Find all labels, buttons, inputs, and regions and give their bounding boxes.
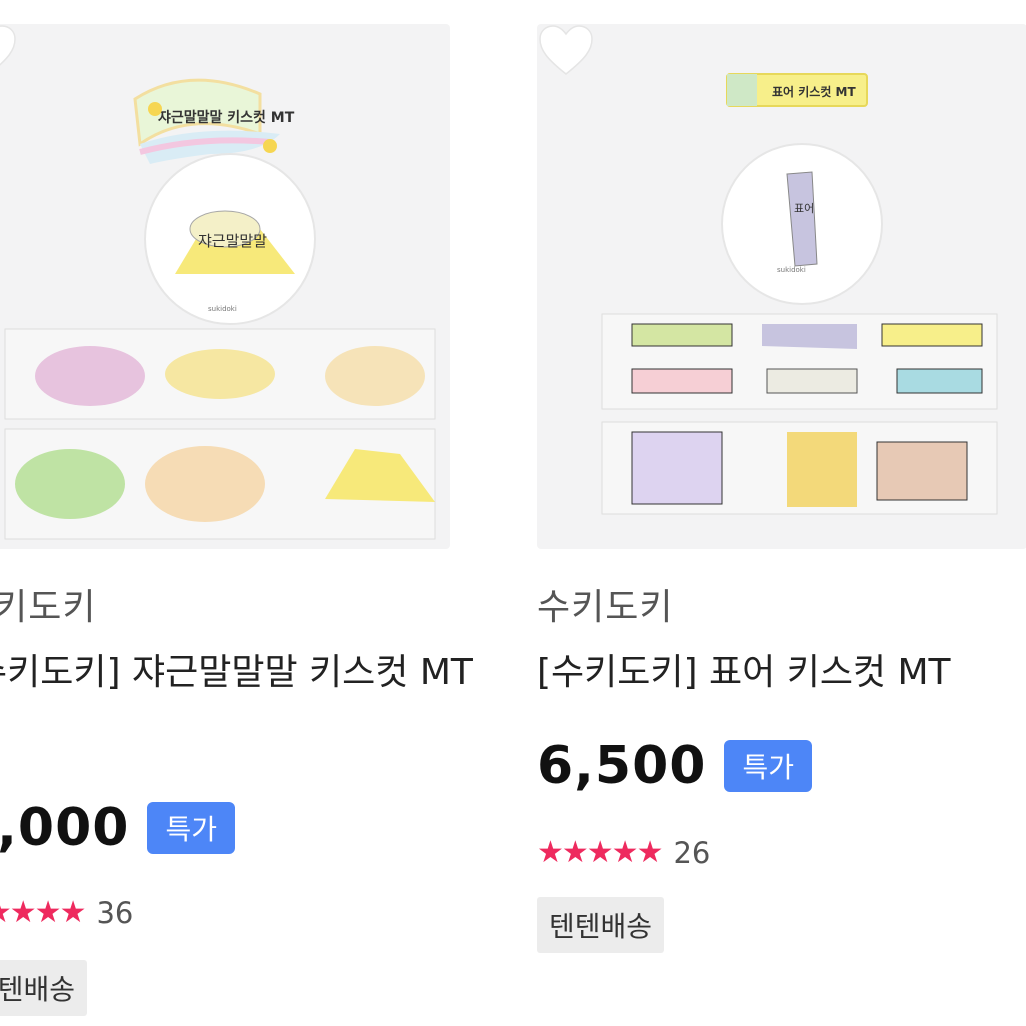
star-rating-icon: ★★★★★: [0, 895, 86, 930]
review-count: 26: [673, 835, 711, 870]
brand-name[interactable]: 수키도키: [0, 578, 96, 630]
product-image: 쟈근말말말 키스컷 MT 쟈근말말말 sukidoki: [4, 78, 436, 540]
product-thumbnail[interactable]: 표어 키스컷 MT 표어 sukidoki: [537, 24, 1026, 549]
shipping-tag: 텐텐배송: [537, 897, 665, 953]
product-card[interactable]: 표어 키스컷 MT 표어 sukidoki 수키도키 [수키도키] 표어 키스컷…: [537, 0, 1026, 1026]
price: 6,500: [537, 736, 707, 796]
price-row: 6,000 특가: [0, 798, 236, 858]
rating: ★★★★★ 36: [0, 895, 133, 930]
brand-name[interactable]: 수키도키: [537, 578, 673, 630]
rating: ★★★★★ 26: [537, 835, 710, 870]
product-title[interactable]: [수키도키] 표어 키스컷 MT: [537, 642, 1017, 704]
price-row: 6,500 특가: [537, 736, 813, 796]
product-thumbnail[interactable]: 쟈근말말말 키스컷 MT 쟈근말말말 sukidoki: [0, 24, 450, 549]
image-label: 쟈근말말말 키스컷 MT: [158, 109, 295, 126]
image-label: 표어: [794, 202, 814, 215]
product-image: 표어 키스컷 MT 표어 sukidoki: [601, 73, 998, 515]
image-label: 쟈근말말말: [198, 232, 267, 250]
product-title[interactable]: [수키도키] 쟈근말말말 키스컷 MT: [0, 642, 480, 704]
price: 6,000: [0, 798, 130, 858]
image-label: 표어 키스컷 MT: [772, 84, 856, 99]
image-label: sukidoki: [777, 266, 806, 274]
image-label: sukidoki: [208, 305, 237, 313]
wishlist-heart-icon[interactable]: [537, 24, 595, 76]
review-count: 36: [96, 895, 134, 930]
product-card[interactable]: 쟈근말말말 키스컷 MT 쟈근말말말 sukidoki 수키도키 [수키도키] …: [0, 0, 473, 1026]
sale-badge: 특가: [147, 802, 236, 854]
star-rating-icon: ★★★★★: [537, 835, 663, 870]
wishlist-heart-icon[interactable]: [0, 24, 18, 76]
shipping-tag: 텐텐배송: [0, 960, 88, 1016]
sale-badge: 특가: [724, 740, 813, 792]
